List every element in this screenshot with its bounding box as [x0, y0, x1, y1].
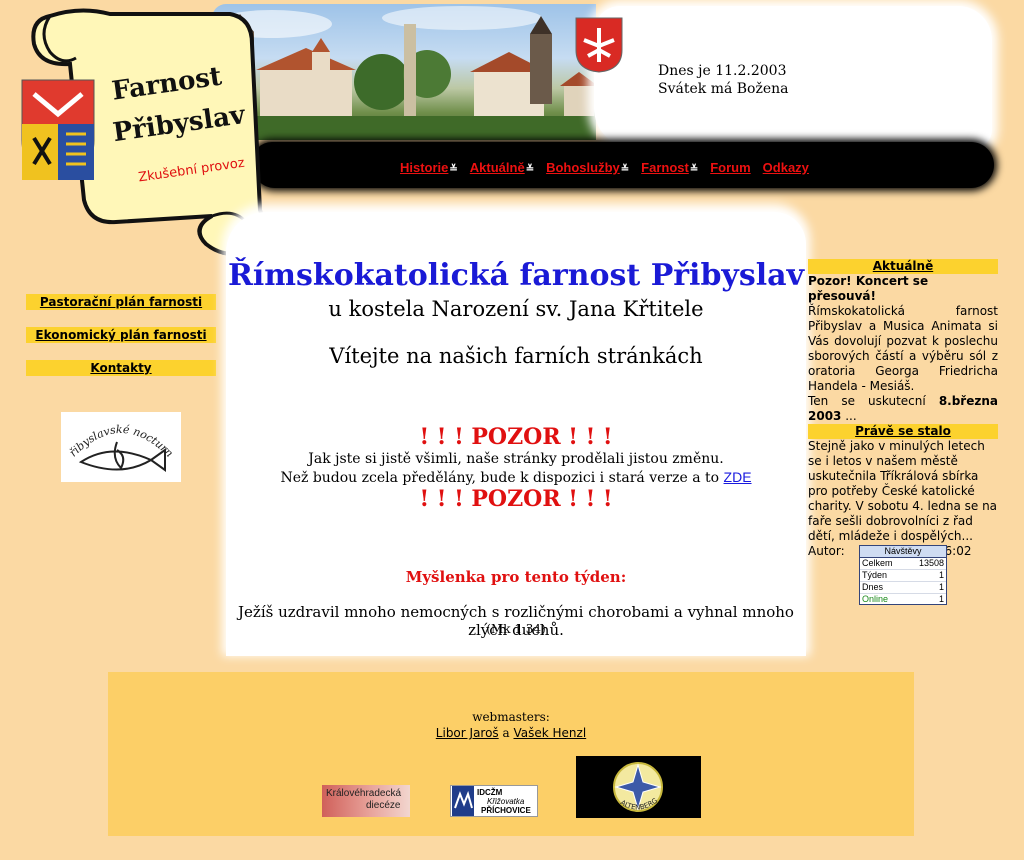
news-heading[interactable]: Aktuálně: [808, 259, 998, 274]
main-nav: Historie≚ Aktuálně≚ Bohoslužby≚ Farnost≚…: [400, 160, 809, 180]
counter-row: Týden 1: [860, 570, 946, 582]
sidebar-link-pastoral-plan[interactable]: Pastorační plán farnosti: [26, 294, 216, 310]
header-cloud-area: [594, 6, 992, 148]
page-subtitle: u kostela Narození sv. Jana Křtitele: [328, 297, 704, 321]
counter-row: Dnes 1: [860, 582, 946, 594]
dropdown-arrow-icon: ≚: [525, 164, 535, 175]
just-happened-heading[interactable]: Právě se stalo: [808, 424, 998, 439]
page-title: Římskokatolická farnost Přibyslav: [227, 258, 805, 293]
counter-title: Návštěvy: [860, 546, 946, 558]
welcome-message: Vítejte na našich farních stránkách: [329, 344, 703, 368]
town-coat-of-arms-icon: [21, 79, 95, 180]
webmasters-names: Libor Jaroš a Vašek Henzl: [435, 726, 587, 740]
old-version-link[interactable]: ZDE: [724, 469, 752, 485]
warning-line-1: Jak jste si jistě všimli, naše stránky p…: [308, 451, 724, 467]
visit-counter[interactable]: Návštěvy Celkem 13508 Týden 1 Dnes 1 Online…: [859, 545, 947, 605]
nav-item-forum[interactable]: Forum: [710, 160, 750, 180]
news-lead: Pozor! Koncert se přesouvá!: [808, 274, 929, 303]
idczm-line2: Křižovatka: [487, 797, 525, 806]
nav-item-farnost[interactable]: Farnost≚: [641, 160, 698, 180]
nameday: Svátek má Božena: [658, 81, 789, 97]
webmasters-label: webmasters:: [472, 710, 550, 724]
dropdown-arrow-icon: ≚: [449, 164, 458, 175]
diocese-logo-line1: Královéhradecká: [326, 788, 402, 799]
warning-heading-bottom: ! ! ! POZOR ! ! !: [419, 486, 613, 512]
weekly-thought-title: Myšlenka pro tento týden:: [405, 568, 627, 586]
just-happened-body: Stejně jako v minulých letech se i letos…: [808, 439, 998, 543]
idczm-line1: IDCŽM: [477, 788, 503, 797]
warning-heading-top: ! ! ! POZOR ! ! !: [419, 424, 613, 450]
sidebar-link-contacts[interactable]: Kontakty: [26, 360, 216, 376]
webmaster-link-1[interactable]: Libor Jaroš: [436, 726, 499, 740]
idczm-mark-icon: [452, 786, 474, 816]
nav-item-bohosluzby[interactable]: Bohoslužby≚: [546, 160, 629, 180]
nav-item-historie[interactable]: Historie≚: [400, 160, 458, 180]
date-box: Dnes je 11.2.2003 Svátek má Božena: [658, 62, 789, 98]
altenberg-star-logo[interactable]: ALTENBERG: [576, 756, 701, 818]
warning-line-2: Než budou zcela předělány, bude k dispoz…: [280, 469, 752, 486]
counter-row: Online 1: [862, 594, 944, 604]
nav-item-aktualne[interactable]: Aktuálně≚: [470, 160, 534, 180]
news-body: Římskokatolická farnost Přibyslav a Musi…: [808, 304, 998, 423]
diocese-logo-line2: diecéze: [366, 800, 401, 811]
nav-item-odkazy[interactable]: Odkazy: [763, 160, 809, 180]
dropdown-arrow-icon: ≚: [689, 164, 699, 175]
warning-text: Jak jste si jistě všimli, naše stránky p…: [226, 450, 806, 487]
webmaster-link-2[interactable]: Vašek Henzl: [514, 726, 587, 740]
dropdown-arrow-icon: ≚: [620, 164, 630, 175]
idczm-line3: PŘÍCHOVICE: [481, 806, 531, 815]
sidebar-link-economic-plan[interactable]: Ekonomický plán farnosti: [26, 327, 216, 343]
counter-row: Celkem 13508: [860, 558, 946, 570]
dove-emblem-icon: [575, 17, 623, 73]
nocturno-logo[interactable]: Přibyslavské nocturno: [61, 412, 181, 482]
current-date: Dnes je 11.2.2003: [658, 63, 787, 79]
weekly-thought-reference: (Mk 1,34): [486, 622, 546, 636]
diocese-logo-link[interactable]: Královéhradecká diecéze: [322, 785, 410, 817]
right-sidebar: Aktuálně Pozor! Koncert se přesouvá! Řím…: [808, 259, 998, 559]
idczm-logo-link[interactable]: IDCŽM Křižovatka PŘÍCHOVICE: [450, 785, 538, 817]
